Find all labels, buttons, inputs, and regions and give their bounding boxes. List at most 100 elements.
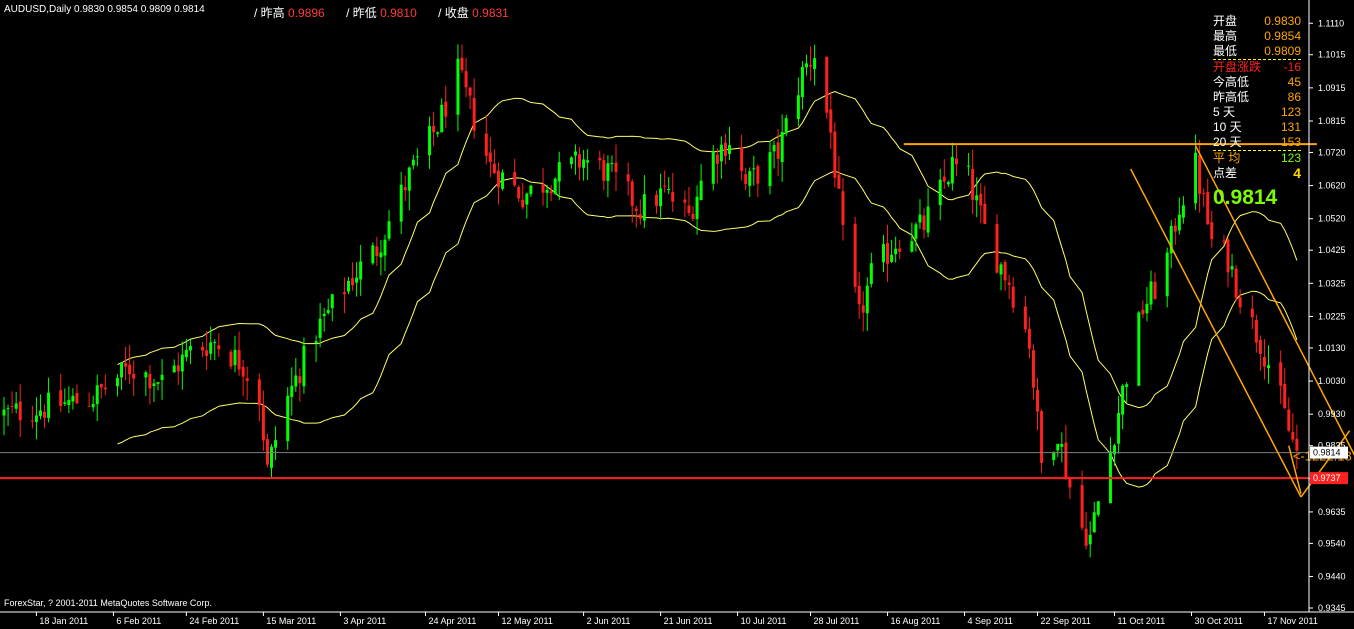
candle-body [1234, 268, 1238, 298]
info-row: 昨高低 86 [1213, 90, 1301, 105]
candle-body [971, 168, 975, 200]
candle-body [294, 375, 298, 387]
candle-body [1145, 303, 1149, 314]
candle-body [156, 382, 160, 384]
y-tick-label: 1.0620 [1318, 181, 1346, 191]
candle-body [602, 159, 606, 181]
candle-body [513, 171, 517, 186]
candle-body [415, 156, 419, 158]
info-row: 10 天 131 [1213, 120, 1301, 135]
candle-body [586, 160, 590, 163]
candle-body [809, 65, 813, 67]
candle-body [886, 242, 890, 264]
candle-body [2, 409, 6, 416]
x-tick-label: 3 Apr 2011 [343, 616, 386, 626]
candle-body [975, 195, 979, 201]
x-tick-label: 22 Sep 2011 [1041, 616, 1091, 626]
candle-body [699, 180, 703, 201]
candle-body [269, 446, 273, 468]
header-info: AUDUSD,Daily 0.9830 0.9854 0.9809 0.9814… [4, 4, 509, 20]
candle-body [67, 399, 71, 406]
candle-body [837, 174, 841, 189]
x-tick-label: 2 Jun 2011 [587, 616, 631, 626]
info-value: 131 [1280, 120, 1301, 134]
candle-body [484, 133, 488, 156]
info-key: 开盘涨跌 [1213, 60, 1262, 74]
x-tick-label: 30 Oct 2011 [1195, 616, 1243, 626]
candle-body [642, 194, 646, 221]
candle-body [351, 278, 355, 286]
candle-body [1173, 225, 1177, 232]
candle-body [180, 354, 184, 372]
candle-body [695, 196, 699, 220]
candle-body [865, 285, 869, 314]
candle-body [1194, 152, 1198, 204]
candle-body [440, 104, 444, 133]
candle-body [659, 188, 663, 207]
candle-body [120, 362, 124, 378]
candle-body [124, 362, 128, 367]
candle-body [1238, 297, 1242, 308]
candle-body [456, 58, 460, 115]
current-price-display: 0.9814 [1213, 186, 1278, 209]
candle-body [209, 342, 213, 354]
y-tick-label: 1.0425 [1318, 245, 1346, 255]
candle-body [217, 345, 221, 350]
candle-body [34, 415, 38, 423]
candle-body [829, 109, 833, 133]
candle-body [813, 58, 817, 70]
candle-body [488, 152, 492, 162]
candle-body [942, 176, 946, 182]
y-tick-label: 1.0130 [1318, 343, 1346, 353]
candle-body [1141, 309, 1145, 315]
x-tick-label: 24 Feb 2011 [189, 616, 239, 626]
candle-body [606, 163, 610, 181]
candle-body [857, 285, 861, 305]
info-row: 20 天 153 [1213, 135, 1301, 151]
stat-label: / 收盘 [438, 6, 469, 20]
candle-body [671, 192, 675, 202]
y-tick-label: 0.9930 [1318, 409, 1346, 419]
y-tick-label: 1.0225 [1318, 311, 1346, 321]
candle-body [1040, 411, 1044, 463]
candle-body [71, 395, 75, 402]
candle-body [1052, 452, 1056, 461]
candle-body [999, 264, 1003, 275]
y-tick-label: 0.9440 [1318, 572, 1346, 582]
candle-body [379, 252, 383, 258]
candle-body [501, 172, 505, 189]
candle-body [6, 408, 10, 410]
candle-body [748, 171, 752, 186]
candle-body [922, 215, 926, 231]
candle-body [772, 145, 776, 152]
candle-body [723, 142, 727, 156]
candle-body [75, 392, 79, 404]
candle-body [1177, 214, 1181, 231]
x-tick-label: 10 Jul 2011 [741, 616, 787, 626]
candle-body [780, 131, 784, 163]
candle-body [347, 280, 351, 292]
candle-body [983, 203, 987, 224]
candle-body [926, 206, 930, 233]
candle-body [1206, 192, 1210, 225]
candle-body [274, 440, 278, 448]
candle-body [950, 157, 954, 184]
candle-body [43, 411, 47, 418]
candle-body [428, 126, 432, 156]
candle-body [468, 87, 472, 96]
candle-body [460, 57, 464, 71]
y-tick-label: 1.1015 [1318, 50, 1346, 60]
x-tick-label: 24 Apr 2011 [429, 616, 477, 626]
candle-body [464, 71, 468, 88]
info-key: 平 均 [1213, 151, 1241, 165]
candle-body [188, 345, 192, 351]
y-tick-label: 1.0720 [1318, 147, 1346, 157]
candle-body [1064, 442, 1068, 478]
candle-body [541, 184, 545, 193]
candle-body [744, 174, 748, 184]
candle-body [99, 383, 103, 388]
candle-body [719, 144, 723, 162]
candle-body [663, 185, 667, 187]
candle-body [213, 341, 217, 343]
candle-body [184, 350, 188, 358]
